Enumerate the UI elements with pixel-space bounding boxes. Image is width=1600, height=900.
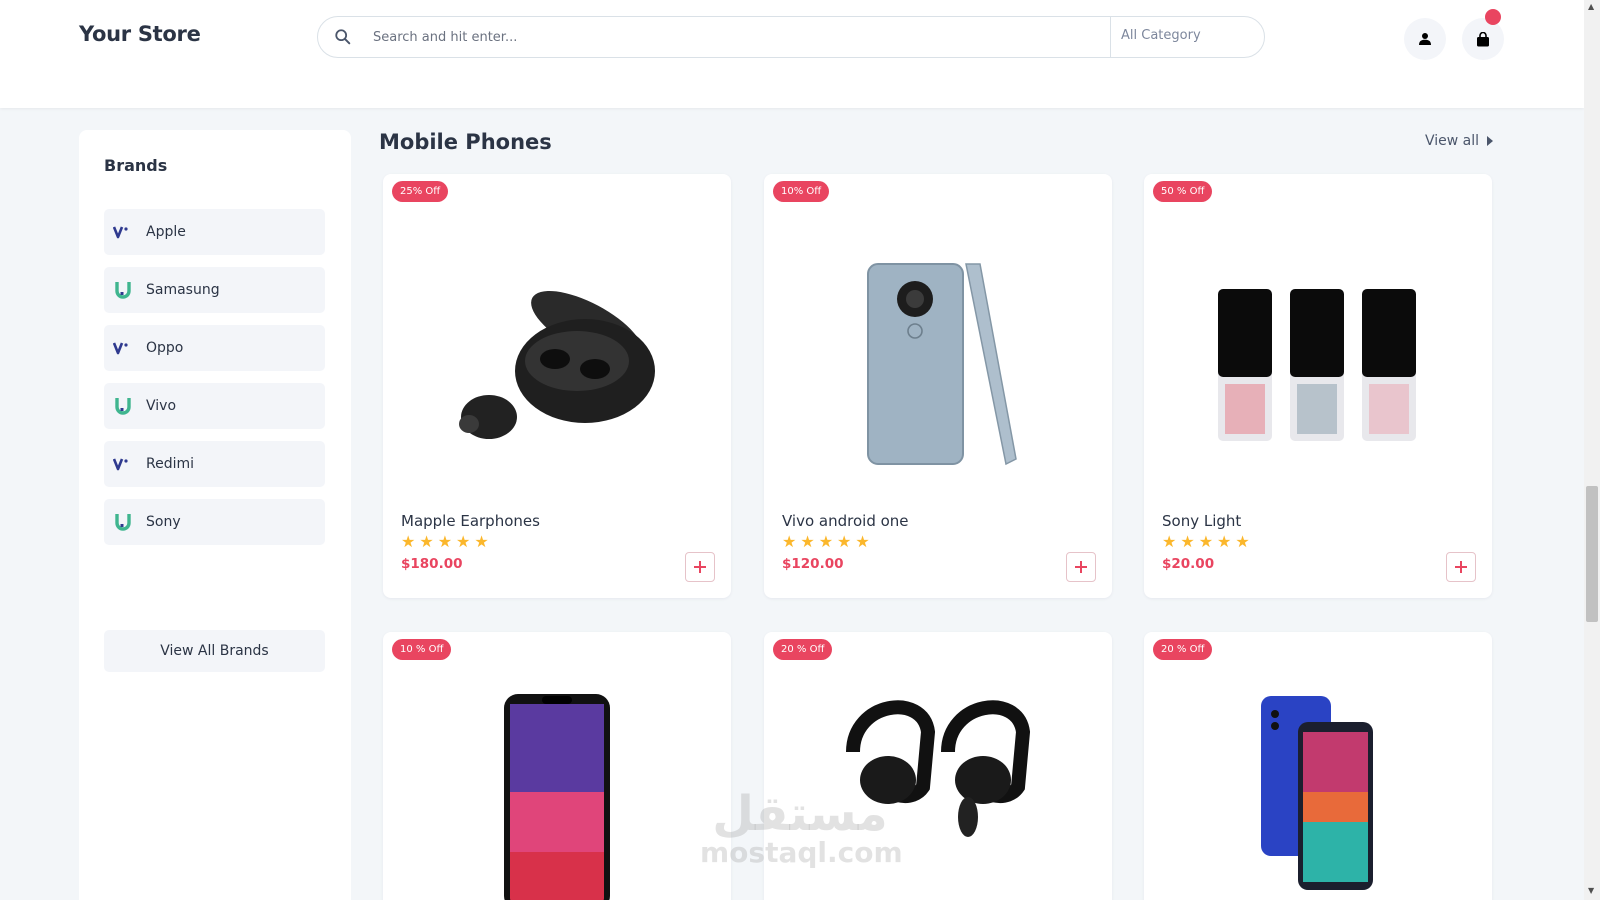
plus-icon <box>694 561 706 573</box>
discount-badge: 50 % Off <box>1153 181 1213 202</box>
brand-list: Apple Samasung Oppo Vivo Redimi Sony <box>104 209 325 557</box>
star-icon: ★ <box>456 532 471 551</box>
product-card[interactable]: 20 % Off <box>764 632 1112 900</box>
product-name[interactable]: Mapple Earphones <box>401 512 540 530</box>
brand-item-oppo[interactable]: Oppo <box>104 325 325 371</box>
scroll-up-arrow-icon[interactable]: ▲ <box>1588 2 1594 11</box>
cart-button[interactable] <box>1462 18 1504 60</box>
search-icon[interactable] <box>334 28 352 46</box>
brand-label: Oppo <box>146 340 184 356</box>
star-icon: ★ <box>419 532 434 551</box>
star-icon: ★ <box>1198 532 1214 551</box>
product-card[interactable]: 10 % Off <box>383 632 731 900</box>
brand-label: Sony <box>146 514 181 530</box>
brand-label: Redimi <box>146 456 195 472</box>
product-price: $120.00 <box>782 556 844 572</box>
product-price: $20.00 <box>1162 556 1215 572</box>
brand-label: Samasung <box>146 282 220 298</box>
section-title: Mobile Phones <box>379 130 552 154</box>
view-all-brands-button[interactable]: View All Brands <box>104 630 325 672</box>
feature-phones-image[interactable] <box>1144 214 1492 514</box>
discount-badge: 10% Off <box>773 181 830 202</box>
product-name[interactable]: Vivo android one <box>782 512 909 530</box>
shopping-bag-icon <box>1477 31 1489 46</box>
product-card[interactable]: 25% Off Mapple Earphones ★ ★ ★ ★ ★ $180.00 <box>383 174 731 598</box>
page-scrollbar[interactable]: ▲ ▼ <box>1584 0 1600 900</box>
brand-item-samasung[interactable]: Samasung <box>104 267 325 313</box>
discount-badge: 20 % Off <box>1153 639 1213 660</box>
product-price: $180.00 <box>401 556 463 572</box>
brand-label: Apple <box>146 224 186 240</box>
user-icon <box>1419 33 1431 45</box>
star-icon: ★ <box>855 532 870 551</box>
view-all-label: View all <box>1425 133 1480 149</box>
star-icon: ★ <box>401 532 416 551</box>
star-icon: ★ <box>474 532 489 551</box>
add-to-cart-button[interactable] <box>1446 552 1476 582</box>
star-icon: ★ <box>800 532 815 551</box>
sidebar-title: Brands <box>104 156 168 175</box>
v-logo-icon <box>112 221 134 243</box>
product-name[interactable]: Sony Light <box>1162 512 1241 530</box>
v-logo-icon <box>112 453 134 475</box>
scrollbar-thumb[interactable] <box>1586 486 1598 622</box>
top-header: Your Store All Category <box>0 0 1584 108</box>
plus-icon <box>1455 561 1467 573</box>
v-logo-icon <box>112 337 134 359</box>
cart-count-badge <box>1485 9 1501 25</box>
product-card[interactable]: 10% Off Vivo android one ★ ★ ★ ★ ★ $120.00 <box>764 174 1112 598</box>
u-logo-icon <box>112 395 134 417</box>
search-input[interactable] <box>373 26 1093 48</box>
brand-label: Vivo <box>146 398 177 414</box>
u-logo-icon <box>112 279 134 301</box>
user-account-button[interactable] <box>1404 18 1446 60</box>
star-icon: ★ <box>1235 532 1250 551</box>
plus-icon <box>1075 561 1087 573</box>
earbuds-case-image[interactable] <box>383 214 731 514</box>
add-to-cart-button[interactable] <box>685 552 715 582</box>
star-rating: ★ ★ ★ ★ ★ <box>1162 534 1250 550</box>
scroll-down-arrow-icon[interactable]: ▼ <box>1588 886 1594 895</box>
star-icon: ★ <box>1162 532 1177 551</box>
star-icon: ★ <box>1180 532 1195 551</box>
star-icon: ★ <box>837 532 852 551</box>
product-card[interactable]: 20 % Off <box>1144 632 1492 900</box>
star-icon: ★ <box>818 532 834 551</box>
search-bar: All Category <box>317 16 1265 58</box>
silver-smartphone-image[interactable] <box>764 214 1112 514</box>
star-icon: ★ <box>1217 532 1232 551</box>
brand-item-vivo[interactable]: Vivo <box>104 383 325 429</box>
view-all-link[interactable]: View all <box>1425 133 1494 149</box>
store-logo[interactable]: Your Store <box>79 22 201 46</box>
star-icon: ★ <box>782 532 797 551</box>
star-rating: ★ ★ ★ ★ ★ <box>401 534 489 550</box>
star-icon: ★ <box>437 532 453 551</box>
iphone-image[interactable] <box>383 672 731 900</box>
category-dropdown[interactable]: All Category <box>1110 17 1264 57</box>
discount-badge: 10 % Off <box>392 639 452 660</box>
u-logo-icon <box>112 511 134 533</box>
star-rating: ★ ★ ★ ★ ★ <box>782 534 870 550</box>
brand-item-sony[interactable]: Sony <box>104 499 325 545</box>
product-card[interactable]: 50 % Off Sony Light ★ ★ ★ ★ ★ $20.00 <box>1144 174 1492 598</box>
discount-badge: 25% Off <box>392 181 449 202</box>
discount-badge: 20 % Off <box>773 639 833 660</box>
brand-item-redimi[interactable]: Redimi <box>104 441 325 487</box>
wireless-earhooks-image[interactable] <box>764 672 1112 900</box>
blue-smartphone-image[interactable] <box>1144 672 1492 900</box>
brand-item-apple[interactable]: Apple <box>104 209 325 255</box>
add-to-cart-button[interactable] <box>1066 552 1096 582</box>
caret-right-icon <box>1487 136 1494 146</box>
brands-sidebar: Brands Apple Samasung Oppo Vivo Redimi S… <box>79 130 351 900</box>
